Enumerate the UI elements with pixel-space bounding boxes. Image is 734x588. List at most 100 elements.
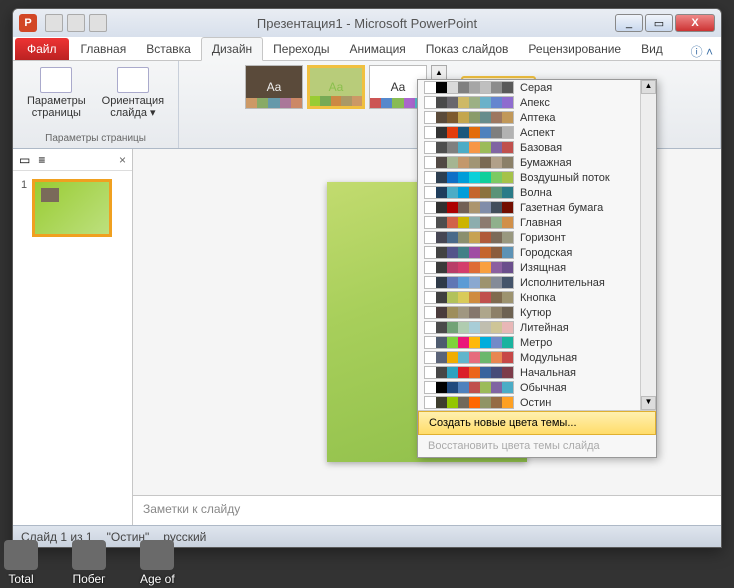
tab-дизайн[interactable]: Дизайн [201, 37, 263, 61]
scroll-down-icon[interactable]: ▼ [641, 396, 656, 410]
color-swatches [424, 276, 514, 289]
window-title: Презентация1 - Microsoft PowerPoint [257, 16, 477, 31]
minimize-button[interactable]: _ [615, 14, 643, 32]
color-scheme-name: Кутюр [520, 307, 551, 319]
shortcut-label: Age of [140, 572, 175, 586]
tab-переходы[interactable]: Переходы [263, 38, 339, 60]
color-swatches [424, 186, 514, 199]
tab-file[interactable]: Файл [15, 38, 69, 60]
color-scheme-name: Начальная [520, 367, 576, 379]
color-scheme-item[interactable]: Обычная [418, 380, 656, 395]
color-scheme-name: Городская [520, 247, 572, 259]
slide-number: 1 [21, 179, 27, 191]
page-setup-button[interactable]: Параметры страницы [21, 65, 92, 121]
color-scheme-name: Бумажная [520, 157, 572, 169]
color-scheme-item[interactable]: Аспект [418, 125, 656, 140]
tab-вид[interactable]: Вид [631, 38, 673, 60]
color-scheme-item[interactable]: Серая [418, 80, 656, 95]
qat-redo-icon[interactable] [89, 14, 107, 32]
scroll-up-icon[interactable]: ▲ [431, 65, 447, 80]
color-scheme-name: Исполнительная [520, 277, 605, 289]
color-scheme-item[interactable]: Базовая [418, 140, 656, 155]
color-swatches [424, 396, 514, 409]
tab-показ слайдов[interactable]: Показ слайдов [416, 38, 519, 60]
color-scheme-name: Горизонт [520, 232, 566, 244]
color-scheme-item[interactable]: Воздушный поток [418, 170, 656, 185]
qat-save-icon[interactable] [45, 14, 63, 32]
qat-undo-icon[interactable] [67, 14, 85, 32]
outline-view-icon[interactable]: ≡ [38, 153, 45, 167]
color-scheme-item[interactable]: Горизонт [418, 230, 656, 245]
tab-вставка[interactable]: Вставка [136, 38, 201, 60]
color-scheme-item[interactable]: Исполнительная [418, 275, 656, 290]
tab-анимация[interactable]: Анимация [339, 38, 415, 60]
color-scheme-item[interactable]: Модульная [418, 350, 656, 365]
color-scheme-item[interactable]: Волна [418, 185, 656, 200]
menu-scrollbar[interactable]: ▲ ▼ [640, 80, 656, 410]
orientation-icon [117, 67, 149, 93]
desktop-shortcut[interactable]: Total [4, 540, 38, 586]
close-button[interactable]: X [675, 14, 715, 32]
color-swatches [424, 366, 514, 379]
color-scheme-item[interactable]: Метро [418, 335, 656, 350]
desktop-icons: Total Побег Age of [4, 540, 175, 586]
app-icon: P [19, 14, 37, 32]
color-swatches [424, 171, 514, 184]
shortcut-icon [72, 540, 106, 570]
color-scheme-item[interactable]: Изящная [418, 260, 656, 275]
quick-access-toolbar [45, 14, 107, 32]
color-scheme-item[interactable]: Кутюр [418, 305, 656, 320]
restore-colors-item: Восстановить цвета темы слайда [418, 435, 656, 457]
help-icon[interactable]: ⓘ ˄ [691, 43, 713, 60]
color-scheme-item[interactable]: Газетная бумага [418, 200, 656, 215]
shortcut-icon [140, 540, 174, 570]
color-swatches [424, 261, 514, 274]
color-scheme-name: Главная [520, 217, 562, 229]
color-swatches [424, 306, 514, 319]
color-scheme-list: СераяАпексАптека АспектБазовая БумажнаяВоз… [418, 80, 656, 410]
orientation-button[interactable]: Ориентация слайда ▾ [96, 65, 170, 121]
color-scheme-item[interactable]: Аптека [418, 110, 656, 125]
tab-главная[interactable]: Главная [71, 38, 137, 60]
color-swatches [424, 351, 514, 364]
window-controls: _ ▭ X [615, 14, 715, 32]
slide-thumbnail-1[interactable]: 1 [21, 179, 124, 240]
color-scheme-item[interactable]: Бумажная [418, 155, 656, 170]
color-swatches [424, 336, 514, 349]
close-pane-icon[interactable]: × [119, 153, 126, 167]
color-scheme-name: Кнопка [520, 292, 556, 304]
ribbon-tabs: Файл ГлавнаяВставкаДизайнПереходыАнимаци… [13, 37, 721, 61]
color-scheme-item[interactable]: Городская [418, 245, 656, 260]
color-scheme-name: Остин [520, 397, 551, 409]
color-scheme-item[interactable]: Начальная [418, 365, 656, 380]
scroll-up-icon[interactable]: ▲ [641, 80, 656, 94]
desktop-shortcut[interactable]: Age of [140, 540, 175, 586]
color-swatches [424, 96, 514, 109]
color-swatches [424, 141, 514, 154]
color-swatches [424, 216, 514, 229]
color-scheme-name: Аспект [520, 127, 555, 139]
color-swatches [424, 111, 514, 124]
slides-view-icon[interactable]: ▭ [19, 153, 30, 167]
color-scheme-item[interactable]: Остин [418, 395, 656, 410]
color-scheme-name: Серая [520, 82, 552, 94]
desktop-shortcut[interactable]: Побег [72, 540, 106, 586]
color-swatches [424, 246, 514, 259]
notes-input[interactable]: Заметки к слайду [133, 495, 721, 525]
create-new-colors-item[interactable]: Создать новые цвета темы... [418, 411, 656, 435]
slide-preview [32, 179, 112, 237]
maximize-button[interactable]: ▭ [645, 14, 673, 32]
theme-thumb-active[interactable]: Aa [307, 65, 365, 109]
color-swatches [424, 201, 514, 214]
color-scheme-item[interactable]: Кнопка [418, 290, 656, 305]
colors-dropdown-menu: СераяАпексАптека АспектБазовая БумажнаяВоз… [417, 79, 657, 458]
tab-рецензирование[interactable]: Рецензирование [518, 38, 631, 60]
color-swatches [424, 231, 514, 244]
color-swatches [424, 291, 514, 304]
color-scheme-name: Изящная [520, 262, 566, 274]
color-scheme-item[interactable]: Апекс [418, 95, 656, 110]
color-scheme-item[interactable]: Главная [418, 215, 656, 230]
theme-thumb-1[interactable]: Aa [245, 65, 303, 109]
color-scheme-item[interactable]: Литейная [418, 320, 656, 335]
app-window: P Презентация1 - Microsoft PowerPoint _ … [12, 8, 722, 548]
